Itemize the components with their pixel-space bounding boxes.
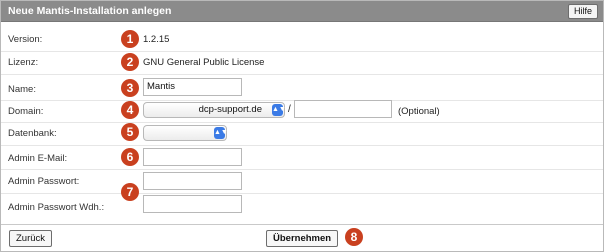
domain-row: Domain: 4 dcp-support.de ▲▼ / (Optional) — [1, 99, 603, 123]
dialog-title: Neue Mantis-Installation anlegen — [8, 5, 172, 17]
admin-password-row: Admin Passwort: — [1, 169, 603, 194]
admin-email-input[interactable] — [143, 148, 242, 166]
callout-badge-1: 1 — [121, 30, 139, 48]
domain-label: Domain: — [8, 106, 44, 117]
admin-email-row: Admin E-Mail: 6 — [1, 145, 603, 170]
name-input[interactable]: Mantis — [143, 78, 242, 96]
callout-badge-4: 4 — [121, 101, 139, 119]
version-row: Version: 1 1.2.15 — [1, 28, 603, 52]
back-button[interactable]: Zurück — [9, 230, 53, 247]
callout-badge-7: 7 — [121, 183, 139, 201]
dialog-footer: Zurück Übernehmen 8 — [1, 224, 603, 252]
submit-button[interactable]: Übernehmen — [266, 230, 339, 247]
admin-password-repeat-row: Admin Passwort Wdh.: — [1, 193, 603, 223]
chevron-updown-icon: ▲▼ — [272, 104, 286, 116]
name-row: Name: 3 Mantis — [1, 76, 603, 101]
domain-select[interactable]: dcp-support.de ▲▼ — [143, 102, 286, 118]
admin-email-label: Admin E-Mail: — [8, 153, 68, 164]
chevron-updown-icon: ▲▼ — [214, 127, 228, 139]
callout-badge-6: 6 — [121, 148, 139, 166]
domain-select-value: dcp-support.de — [198, 104, 262, 115]
domain-optional-hint: (Optional) — [398, 106, 440, 117]
callout-badge-8: 8 — [345, 228, 363, 246]
callout-badge-5: 5 — [121, 123, 139, 141]
database-label: Datenbank: — [8, 128, 57, 139]
admin-password-repeat-input[interactable] — [143, 195, 242, 213]
help-button[interactable]: Hilfe — [567, 4, 598, 19]
version-value: 1.2.15 — [143, 34, 170, 45]
callout-badge-3: 3 — [121, 79, 139, 97]
database-select[interactable]: ▲▼ — [143, 125, 228, 141]
license-label: Lizenz: — [8, 57, 39, 68]
callout-badge-2: 2 — [121, 53, 139, 71]
admin-password-repeat-label: Admin Passwort Wdh.: — [8, 202, 105, 213]
domain-path-input[interactable] — [294, 100, 392, 118]
license-value: GNU General Public License — [143, 57, 265, 68]
installation-dialog: Neue Mantis-Installation anlegen Hilfe V… — [0, 0, 604, 252]
version-label: Version: — [8, 34, 43, 45]
admin-password-input[interactable] — [143, 172, 242, 190]
license-row: Lizenz: 2 GNU General Public License — [1, 51, 603, 75]
domain-separator: / — [288, 104, 291, 115]
admin-password-label: Admin Passwort: — [8, 176, 80, 187]
name-label: Name: — [8, 84, 36, 95]
dialog-titlebar: Neue Mantis-Installation anlegen Hilfe — [1, 1, 603, 22]
database-row: Datenbank: 5 ▲▼ — [1, 122, 603, 146]
